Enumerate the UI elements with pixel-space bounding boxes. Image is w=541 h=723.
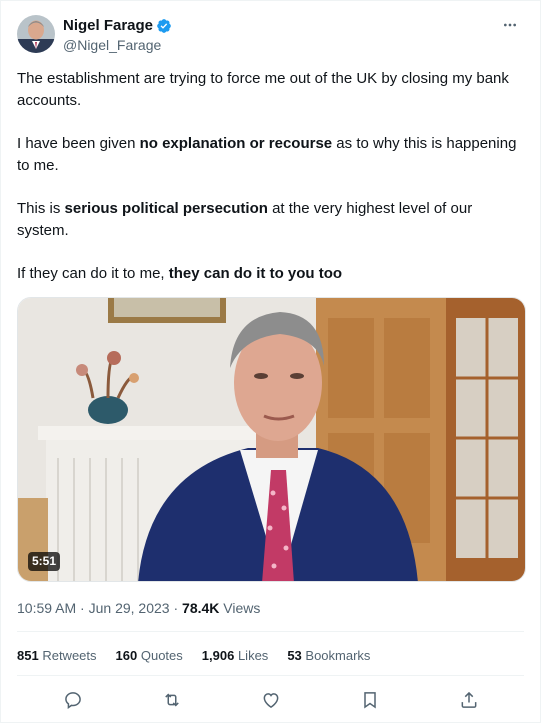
stat-count: 160 [115, 648, 138, 663]
reply-icon[interactable] [56, 683, 90, 717]
meta-separator: · [169, 600, 183, 616]
video-player[interactable]: 5:51 [17, 297, 526, 582]
stat-label: Quotes [140, 648, 183, 663]
stat-label: Retweets [42, 648, 97, 663]
author-names: Nigel Farage @Nigel_Farage [63, 17, 172, 54]
tweet-date[interactable]: Jun 29, 2023 [89, 600, 170, 616]
action-bar [17, 683, 524, 717]
like-icon[interactable] [254, 683, 288, 717]
tweet-text-span: I have been given [17, 135, 140, 152]
tweet-paragraph-3: This is serious political persecution at… [17, 198, 522, 241]
tweet-bold-text: no explanation or recourse [139, 135, 333, 152]
tweet-bold-text: serious political persecution [64, 200, 268, 217]
video-thumbnail [18, 298, 525, 581]
divider [17, 675, 524, 676]
stat-quotes[interactable]: 160 Quotes [116, 648, 183, 664]
avatar[interactable] [17, 15, 55, 53]
stat-count: 53 [287, 648, 302, 663]
bookmark-icon[interactable] [353, 683, 387, 717]
more-options-icon[interactable] [498, 13, 522, 37]
tweet-text-span: The establishment are trying to force me… [17, 70, 509, 109]
tweet-header: Nigel Farage @Nigel_Farage [17, 15, 526, 57]
video-duration: 5:51 [28, 552, 61, 571]
stat-count: 851 [17, 648, 39, 663]
author-handle[interactable]: @Nigel_Farage [63, 36, 172, 54]
tweet-text-span: If they can do it to me, [17, 265, 169, 282]
stat-bookmarks[interactable]: 53 Bookmarks [287, 648, 370, 664]
views-count: 78.4K [182, 600, 220, 616]
stat-count: 1,906 [201, 648, 235, 663]
share-icon[interactable] [452, 683, 486, 717]
tweet-card: Nigel Farage @Nigel_Farage The establish… [0, 0, 541, 723]
tweet-bold-text: they can do it to you too [168, 265, 343, 282]
tweet-stats: 851 Retweets 160 Quotes 1,906 Likes 53 B… [17, 648, 389, 664]
stat-label: Likes [237, 648, 269, 663]
views-label: Views [219, 600, 261, 616]
author-name-row[interactable]: Nigel Farage [63, 17, 172, 35]
tweet-text-span: This is [17, 200, 65, 217]
tweet-paragraph-1: The establishment are trying to force me… [17, 68, 522, 111]
tweet-meta: 10:59 AM · Jun 29, 2023 · 78.4K Views [17, 599, 260, 617]
tweet-time[interactable]: 10:59 AM [17, 600, 76, 616]
divider [17, 631, 524, 632]
stat-retweets[interactable]: 851 Retweets [17, 648, 97, 664]
verified-badge-icon [157, 19, 171, 33]
stat-label: Bookmarks [305, 648, 371, 663]
retweet-icon[interactable] [155, 683, 189, 717]
meta-separator: · [76, 600, 89, 616]
tweet-text: The establishment are trying to force me… [17, 68, 522, 285]
author-name[interactable]: Nigel Farage [63, 17, 153, 35]
stat-likes[interactable]: 1,906 Likes [202, 648, 269, 664]
tweet-paragraph-4: If they can do it to me, they can do it … [17, 263, 522, 285]
tweet-paragraph-2: I have been given no explanation or reco… [17, 133, 522, 176]
